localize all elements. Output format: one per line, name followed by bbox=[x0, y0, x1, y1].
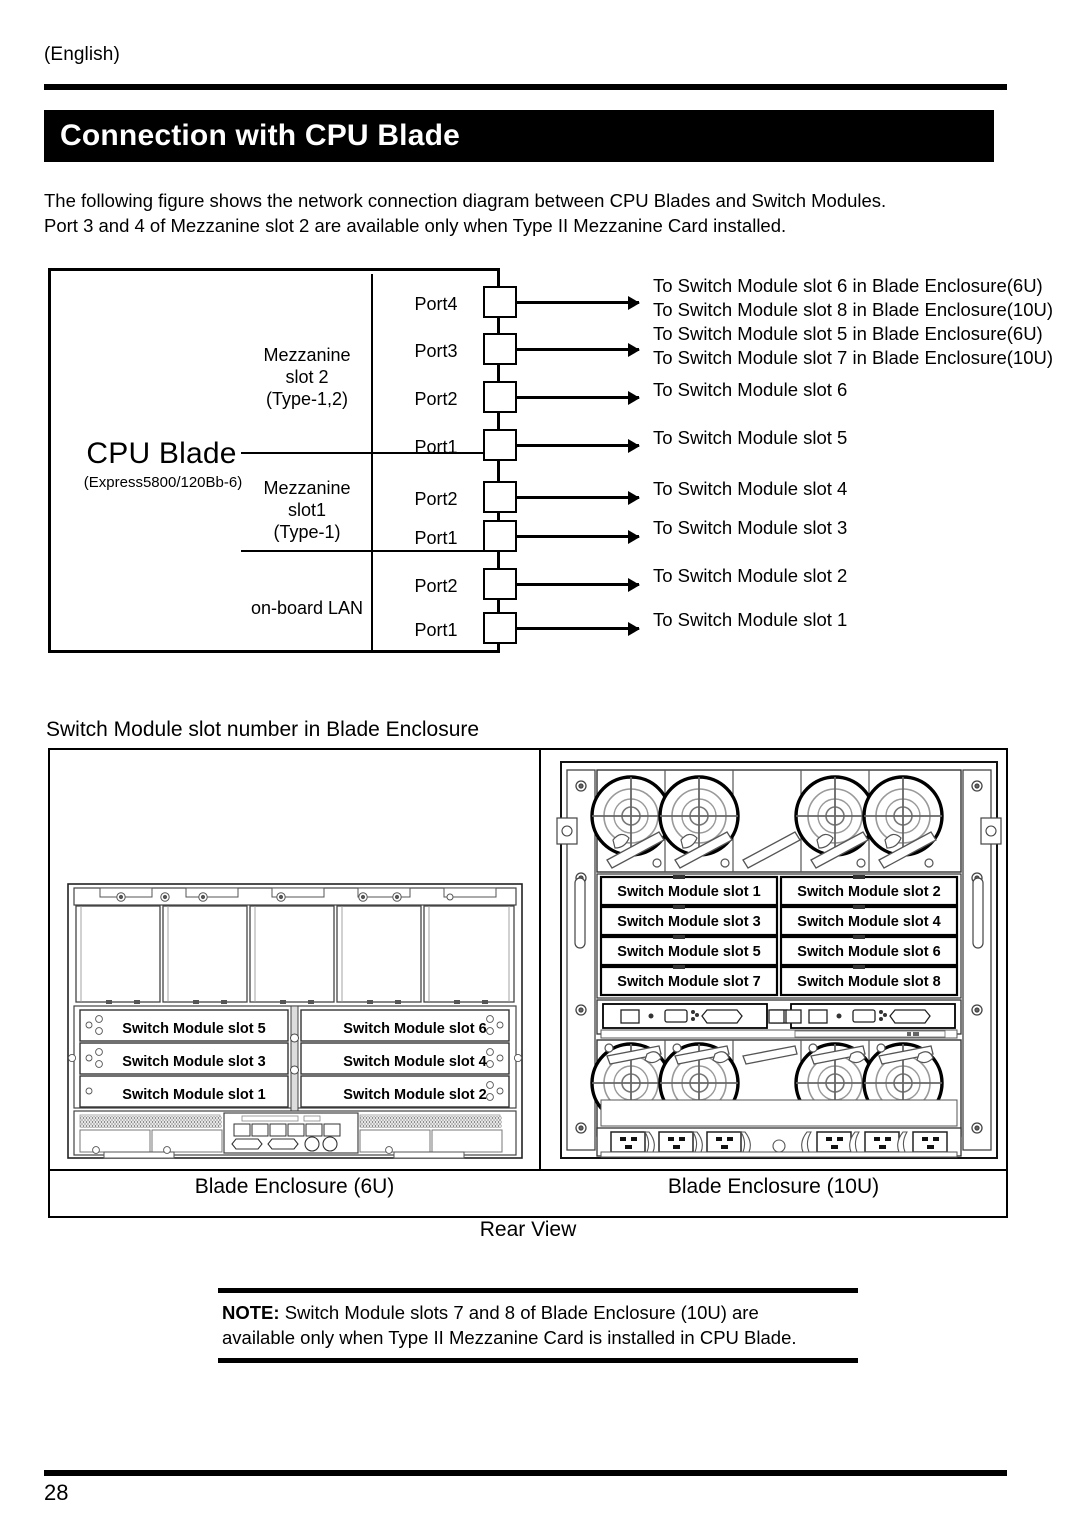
group-label-on-board-lan: on-board LAN bbox=[243, 597, 371, 619]
enclosure-section-caption: Switch Module slot number in Blade Enclo… bbox=[46, 718, 480, 741]
header-rule bbox=[44, 84, 1007, 90]
destination-text-7: To Switch Module slot 1 bbox=[653, 608, 847, 632]
blade-enclosure-10u-artwork bbox=[555, 758, 1003, 1162]
port-arrow-4 bbox=[517, 490, 640, 505]
switch-module-slot-label-6u-1: Switch Module slot 6 bbox=[343, 1021, 487, 1037]
footer-rule bbox=[44, 1470, 1007, 1476]
port-label-7: Port1 bbox=[414, 620, 458, 640]
port-label-0: Port4 bbox=[414, 294, 458, 314]
switch-module-slot-label-10u-7: Switch Module slot 8 bbox=[797, 974, 941, 990]
destination-line-1: To Switch Module slot 3 bbox=[653, 517, 848, 538]
group-label-mezzanine-slot-2: Mezzanine slot 2 (Type-1,2) bbox=[243, 344, 371, 410]
switch-module-slot-label-10u-1: Switch Module slot 2 bbox=[797, 884, 941, 900]
destination-line-2: To Switch Module slot 8 in Blade Enclosu… bbox=[653, 299, 1053, 320]
destination-text-1: To Switch Module slot 5 in Blade Enclosu… bbox=[653, 322, 1053, 370]
port-arrow-5 bbox=[517, 529, 640, 544]
port-connector-0 bbox=[483, 286, 517, 318]
group-label-line-3: (Type-1) bbox=[273, 522, 341, 542]
port-arrow-6 bbox=[517, 577, 640, 592]
enclosure-6u-footer-label: Blade Enclosure (6U) bbox=[194, 1175, 395, 1198]
group-label-mezzanine-slot-1: Mezzanine slot1 (Type-1) bbox=[243, 477, 371, 543]
port-connector-1 bbox=[483, 333, 517, 365]
note-box: NOTE: Switch Module slots 7 and 8 of Bla… bbox=[218, 1288, 858, 1363]
page-title-bar: Connection with CPU Blade bbox=[44, 110, 994, 162]
cpu-blade-model: (Express5800/120Bb-6) bbox=[83, 474, 243, 491]
switch-module-slot-label-6u-3: Switch Module slot 4 bbox=[343, 1054, 487, 1070]
enclosure-column-divider bbox=[539, 750, 541, 1169]
destination-line-1: To Switch Module slot 2 bbox=[653, 565, 848, 586]
port-label-4: Port2 bbox=[414, 489, 458, 509]
port-connector-4 bbox=[483, 481, 517, 513]
enclosure-comparison-table: Switch Module slot 5 Switch Module slot 6… bbox=[48, 748, 1008, 1218]
destination-line-1: To Switch Module slot 5 bbox=[653, 427, 848, 448]
group-label-line-2: slot 2 bbox=[285, 367, 329, 387]
port-connector-7 bbox=[483, 612, 517, 644]
destination-text-2: To Switch Module slot 6 bbox=[653, 378, 847, 402]
group-label-line-3: (Type-1,2) bbox=[265, 389, 349, 409]
group-label-line-1: on-board LAN bbox=[250, 598, 364, 618]
port-column-divider bbox=[371, 274, 373, 653]
port-arrow-1 bbox=[517, 342, 640, 357]
enclosure-10u-footer-label: Blade Enclosure (10U) bbox=[667, 1175, 880, 1198]
cpu-blade-label: CPU Blade bbox=[86, 437, 237, 470]
group-label-line-1: Mezzanine bbox=[263, 478, 351, 498]
port-connector-5 bbox=[483, 520, 517, 552]
destination-text-6: To Switch Module slot 2 bbox=[653, 564, 847, 588]
port-connector-2 bbox=[483, 381, 517, 413]
port-arrow-3 bbox=[517, 438, 640, 453]
port-label-1: Port3 bbox=[414, 341, 458, 361]
intro-line-1: The following figure shows the network c… bbox=[44, 190, 887, 211]
note-line-2: available only when Type II Mezzanine Ca… bbox=[222, 1327, 797, 1348]
destination-text-5: To Switch Module slot 3 bbox=[653, 516, 847, 540]
switch-module-slot-label-10u-3: Switch Module slot 4 bbox=[797, 914, 941, 930]
cpu-blade-box: CPU Blade (Express5800/120Bb-6) Mezzanin… bbox=[48, 268, 503, 653]
switch-module-slot-label-10u-4: Switch Module slot 5 bbox=[617, 944, 761, 960]
port-label-6: Port2 bbox=[414, 576, 458, 596]
switch-module-slot-label-6u-5: Switch Module slot 2 bbox=[343, 1087, 487, 1103]
note-text-1: Switch Module slots 7 and 8 of Blade Enc… bbox=[279, 1302, 759, 1323]
destination-line-1: To Switch Module slot 6 bbox=[653, 379, 848, 400]
group-divider-2 bbox=[241, 550, 503, 552]
switch-module-slot-label-6u-0: Switch Module slot 5 bbox=[122, 1021, 266, 1037]
note-line-1: NOTE: Switch Module slots 7 and 8 of Bla… bbox=[222, 1300, 854, 1325]
port-label-2: Port2 bbox=[414, 389, 458, 409]
port-arrow-0 bbox=[517, 295, 640, 310]
note-prefix: NOTE: bbox=[222, 1302, 280, 1323]
cpu-blade-connection-diagram: CPU Blade (Express5800/120Bb-6) Mezzanin… bbox=[48, 268, 1053, 658]
destination-line-1: To Switch Module slot 6 in Blade Enclosu… bbox=[653, 275, 1043, 296]
page-title: Connection with CPU Blade bbox=[60, 119, 461, 152]
intro-line-2: Port 3 and 4 of Mezzanine slot 2 are ava… bbox=[44, 215, 787, 236]
port-connector-6 bbox=[483, 568, 517, 600]
page-number: 28 bbox=[44, 1480, 69, 1505]
destination-line-1: To Switch Module slot 1 bbox=[653, 609, 848, 630]
port-arrow-2 bbox=[517, 390, 640, 405]
switch-module-slot-label-10u-2: Switch Module slot 3 bbox=[617, 914, 761, 930]
port-arrow-7 bbox=[517, 621, 640, 636]
group-label-line-1: Mezzanine bbox=[263, 345, 351, 365]
destination-line-2: To Switch Module slot 7 in Blade Enclosu… bbox=[653, 347, 1053, 368]
destination-text-0: To Switch Module slot 6 in Blade Enclosu… bbox=[653, 274, 1053, 322]
port-connector-3 bbox=[483, 429, 517, 461]
destination-text-4: To Switch Module slot 4 bbox=[653, 477, 847, 501]
switch-module-slot-label-6u-4: Switch Module slot 1 bbox=[122, 1087, 266, 1103]
port-label-5: Port1 bbox=[414, 528, 458, 548]
rear-view-label: Rear View bbox=[479, 1218, 577, 1241]
switch-module-slot-label-10u-0: Switch Module slot 1 bbox=[617, 884, 761, 900]
group-label-line-2: slot1 bbox=[287, 500, 327, 520]
language-tag: (English) bbox=[44, 44, 120, 65]
destination-line-1: To Switch Module slot 4 bbox=[653, 478, 848, 499]
intro-paragraph: The following figure shows the network c… bbox=[44, 188, 984, 238]
switch-module-slot-label-10u-6: Switch Module slot 7 bbox=[617, 974, 761, 990]
destination-line-1: To Switch Module slot 5 in Blade Enclosu… bbox=[653, 323, 1043, 344]
port-label-3: Port1 bbox=[414, 437, 458, 457]
enclosure-footer-rule bbox=[50, 1169, 1006, 1171]
destination-text-3: To Switch Module slot 5 bbox=[653, 426, 847, 450]
switch-module-slot-label-6u-2: Switch Module slot 3 bbox=[122, 1054, 266, 1070]
switch-module-slot-label-10u-5: Switch Module slot 6 bbox=[797, 944, 941, 960]
